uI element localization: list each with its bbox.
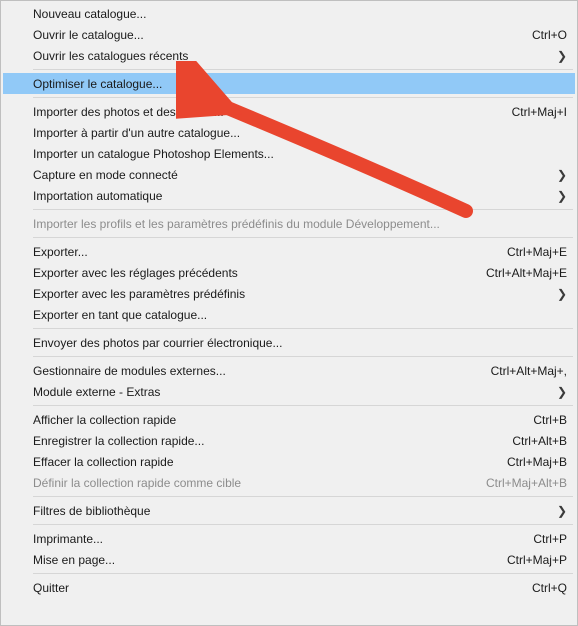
menu-item-label: Mise en page... [33, 553, 483, 567]
menu-item-export-as-catalog[interactable]: Exporter en tant que catalogue... [3, 304, 575, 325]
menu-item-export[interactable]: Exporter...Ctrl+Maj+E [3, 241, 575, 262]
menu-item-plugin-extras[interactable]: Module externe - Extras❯ [3, 381, 575, 402]
menu-item-page-setup[interactable]: Mise en page...Ctrl+Maj+P [3, 549, 575, 570]
menu-item-import-from-cat[interactable]: Importer à partir d'un autre catalogue..… [3, 122, 575, 143]
menu-item-import-dev-profiles: Importer les profils et les paramètres p… [3, 213, 575, 234]
chevron-right-icon: ❯ [557, 287, 567, 301]
menu-item-optimize-catalog[interactable]: Optimiser le catalogue... [3, 73, 575, 94]
menu-item-label: Gestionnaire de modules externes... [33, 364, 467, 378]
menu-item-shortcut: Ctrl+Maj+B [483, 455, 567, 469]
menu-separator [33, 496, 573, 497]
menu-item-label: Exporter... [33, 245, 483, 259]
menu-item-label: Importer un catalogue Photoshop Elements… [33, 147, 567, 161]
menu-item-shortcut: Ctrl+O [508, 28, 567, 42]
menu-item-label: Importation automatique [33, 189, 557, 203]
menu-item-label: Exporter avec les paramètres prédéfinis [33, 287, 557, 301]
menu-item-show-quick[interactable]: Afficher la collection rapideCtrl+B [3, 409, 575, 430]
menu-item-label: Imprimante... [33, 532, 509, 546]
menu-item-new-catalog[interactable]: Nouveau catalogue... [3, 3, 575, 24]
chevron-right-icon: ❯ [557, 385, 567, 399]
menu-separator [33, 405, 573, 406]
menu-item-library-filters[interactable]: Filtres de bibliothèque❯ [3, 500, 575, 521]
menu-item-label: Importer des photos et des vidéos... [33, 105, 488, 119]
menu-item-import-photos[interactable]: Importer des photos et des vidéos...Ctrl… [3, 101, 575, 122]
menu-separator [33, 209, 573, 210]
menu-item-label: Importer à partir d'un autre catalogue..… [33, 126, 567, 140]
menu-item-label: Envoyer des photos par courrier électron… [33, 336, 567, 350]
menu-item-printer[interactable]: Imprimante...Ctrl+P [3, 528, 575, 549]
menu-item-label: Exporter en tant que catalogue... [33, 308, 567, 322]
menu-separator [33, 97, 573, 98]
chevron-right-icon: ❯ [557, 189, 567, 203]
menu-item-shortcut: Ctrl+Maj+I [488, 105, 567, 119]
menu-item-shortcut: Ctrl+Maj+E [483, 245, 567, 259]
menu-item-label: Effacer la collection rapide [33, 455, 483, 469]
menu-item-label: Filtres de bibliothèque [33, 504, 557, 518]
menu-item-label: Optimiser le catalogue... [33, 77, 567, 91]
menu-item-label: Définir la collection rapide comme cible [33, 476, 462, 490]
menu-item-export-presets[interactable]: Exporter avec les paramètres prédéfinis❯ [3, 283, 575, 304]
menu-item-shortcut: Ctrl+Alt+Maj+, [467, 364, 567, 378]
menu-item-label: Module externe - Extras [33, 385, 557, 399]
menu-item-shortcut: Ctrl+Alt+B [488, 434, 567, 448]
menu-item-label: Afficher la collection rapide [33, 413, 509, 427]
context-menu: Nouveau catalogue... Ouvrir le catalogue.… [0, 0, 578, 626]
menu-item-shortcut: Ctrl+Q [508, 581, 567, 595]
menu-separator [33, 237, 573, 238]
menu-item-save-quick[interactable]: Enregistrer la collection rapide...Ctrl+… [3, 430, 575, 451]
menu-separator [33, 524, 573, 525]
menu-item-export-previous[interactable]: Exporter avec les réglages précédentsCtr… [3, 262, 575, 283]
menu-item-email-photos[interactable]: Envoyer des photos par courrier électron… [3, 332, 575, 353]
menu-item-open-catalog[interactable]: Ouvrir le catalogue...Ctrl+O [3, 24, 575, 45]
menu-item-auto-import[interactable]: Importation automatique❯ [3, 185, 575, 206]
menu-item-label: Quitter [33, 581, 508, 595]
menu-item-label: Importer les profils et les paramètres p… [33, 217, 567, 231]
menu-separator [33, 573, 573, 574]
menu-item-clear-quick[interactable]: Effacer la collection rapideCtrl+Maj+B [3, 451, 575, 472]
menu-item-set-quick-target: Définir la collection rapide comme cible… [3, 472, 575, 493]
menu-item-shortcut: Ctrl+P [509, 532, 567, 546]
menu-item-label: Exporter avec les réglages précédents [33, 266, 462, 280]
menu-item-recent-catalogs[interactable]: Ouvrir les catalogues récents❯ [3, 45, 575, 66]
menu-separator [33, 328, 573, 329]
chevron-right-icon: ❯ [557, 49, 567, 63]
menu-item-shortcut: Ctrl+Alt+Maj+E [462, 266, 567, 280]
menu-separator [33, 356, 573, 357]
menu-separator [33, 69, 573, 70]
menu-item-shortcut: Ctrl+B [509, 413, 567, 427]
chevron-right-icon: ❯ [557, 504, 567, 518]
chevron-right-icon: ❯ [557, 168, 567, 182]
menu-item-plugin-manager[interactable]: Gestionnaire de modules externes...Ctrl+… [3, 360, 575, 381]
menu-item-label: Nouveau catalogue... [33, 7, 567, 21]
menu-item-quit[interactable]: QuitterCtrl+Q [3, 577, 575, 598]
menu-item-label: Ouvrir le catalogue... [33, 28, 508, 42]
menu-item-tethered-capture[interactable]: Capture en mode connecté❯ [3, 164, 575, 185]
menu-item-shortcut: Ctrl+Maj+Alt+B [462, 476, 567, 490]
menu-item-label: Enregistrer la collection rapide... [33, 434, 488, 448]
menu-item-label: Ouvrir les catalogues récents [33, 49, 557, 63]
menu-item-label: Capture en mode connecté [33, 168, 557, 182]
menu-item-shortcut: Ctrl+Maj+P [483, 553, 567, 567]
menu-item-import-pse[interactable]: Importer un catalogue Photoshop Elements… [3, 143, 575, 164]
